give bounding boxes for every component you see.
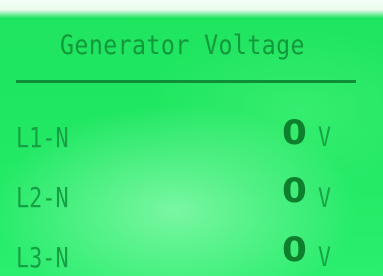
screen-title: Generator Voltage [60,30,305,61]
reading-value-l1: 0 [282,113,307,153]
title-divider [16,80,356,83]
reading-value-l2: 0 [282,171,307,211]
reading-label-l1: L1-N [16,121,69,154]
reading-unit-l1: V [318,122,332,153]
reading-label-l2: L2-N [16,181,69,214]
screen-glare [0,0,383,18]
reading-unit-l3: V [318,242,332,273]
reading-label-l3: L3-N [16,241,69,274]
lcd-screen: Generator Voltage L1-N 0 V L2-N 0 V L3-N… [0,0,383,276]
reading-unit-l2: V [318,183,332,214]
reading-value-l3: 0 [282,230,307,270]
generator-display-screenshot: Generator Voltage L1-N 0 V L2-N 0 V L3-N… [0,0,383,276]
